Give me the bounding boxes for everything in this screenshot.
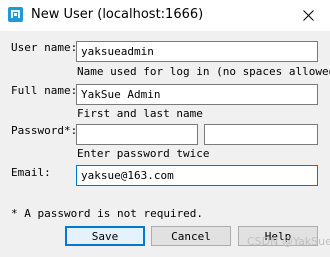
p4-app-icon bbox=[8, 7, 23, 22]
window-title: New User (localhost:1666) bbox=[31, 7, 204, 22]
email-label: Email: bbox=[11, 166, 51, 179]
watermark: CSDN @YakSue bbox=[247, 235, 330, 248]
password-input[interactable] bbox=[76, 124, 198, 145]
save-button-label: Save bbox=[91, 229, 119, 243]
password-confirm-input[interactable] bbox=[204, 124, 318, 145]
cancel-button[interactable]: Cancel bbox=[151, 226, 231, 246]
full-name-input[interactable] bbox=[76, 84, 318, 105]
full-name-label: Full name: bbox=[11, 84, 78, 97]
password-note: * A password is not required. bbox=[11, 207, 204, 220]
password-label: Password*: bbox=[11, 124, 78, 137]
full-name-hint: First and last name bbox=[77, 107, 203, 120]
close-button[interactable] bbox=[286, 0, 330, 31]
password-hint: Enter password twice bbox=[77, 147, 210, 160]
cancel-button-label: Cancel bbox=[171, 229, 211, 243]
user-name-label: User name: bbox=[11, 41, 78, 54]
close-icon bbox=[302, 10, 314, 21]
user-name-input[interactable] bbox=[76, 41, 318, 62]
save-button[interactable]: Save bbox=[65, 226, 145, 246]
user-name-hint: Name used for log in (no spaces allowed) bbox=[77, 65, 330, 78]
title-bar[interactable]: New User (localhost:1666) bbox=[0, 0, 330, 31]
email-input[interactable] bbox=[76, 165, 318, 186]
